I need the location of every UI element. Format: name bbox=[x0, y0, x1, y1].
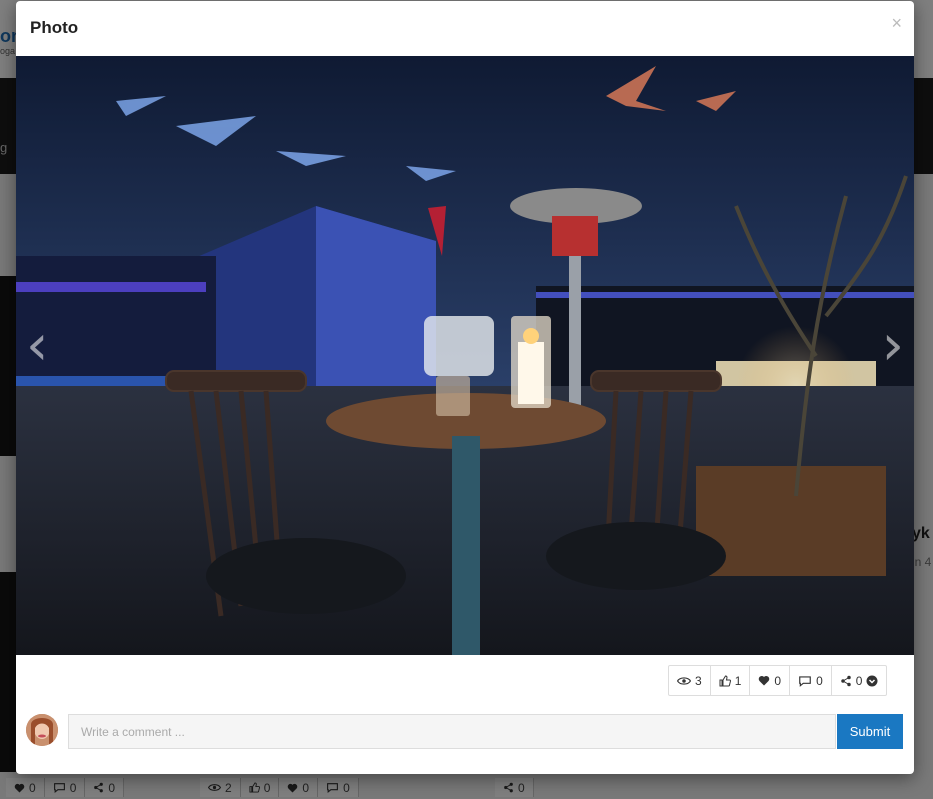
comments-button[interactable]: 0 bbox=[790, 666, 832, 695]
photo-modal: Photo × ‹ › 3 1 0 0 0 Write a comment ..… bbox=[16, 1, 914, 774]
photo-image[interactable]: ‹ › bbox=[16, 56, 914, 655]
views-stat[interactable]: 3 bbox=[669, 666, 711, 695]
comment-icon bbox=[799, 675, 811, 687]
like-button[interactable]: 1 bbox=[711, 666, 751, 695]
modal-title: Photo bbox=[30, 18, 79, 37]
comment-form: Submit bbox=[26, 713, 904, 750]
loves-count: 0 bbox=[774, 673, 782, 688]
share-icon bbox=[841, 675, 851, 686]
submit-comment-button[interactable]: Submit bbox=[837, 714, 903, 749]
next-photo-button[interactable]: › bbox=[882, 318, 904, 374]
avatar bbox=[26, 714, 58, 746]
photo-stats-bar: 3 1 0 0 0 bbox=[668, 665, 888, 696]
modal-header: Photo × bbox=[16, 1, 914, 56]
eye-icon bbox=[677, 676, 691, 685]
love-button[interactable]: 0 bbox=[750, 666, 791, 695]
rooftop-bar-photo bbox=[16, 56, 914, 655]
shares-count: 0 bbox=[855, 673, 863, 688]
previous-photo-button[interactable]: ‹ bbox=[26, 318, 48, 374]
comment-input[interactable] bbox=[68, 714, 836, 749]
views-count: 3 bbox=[695, 673, 702, 688]
heart-icon bbox=[759, 675, 770, 686]
close-button[interactable]: × bbox=[891, 13, 902, 34]
chevron-down-circle-icon bbox=[866, 675, 878, 686]
comments-count: 0 bbox=[816, 673, 823, 688]
thumbs-up-icon bbox=[719, 674, 731, 686]
share-button[interactable]: 0 bbox=[832, 666, 887, 695]
likes-count: 1 bbox=[734, 673, 742, 688]
user-avatar-image bbox=[26, 714, 58, 746]
